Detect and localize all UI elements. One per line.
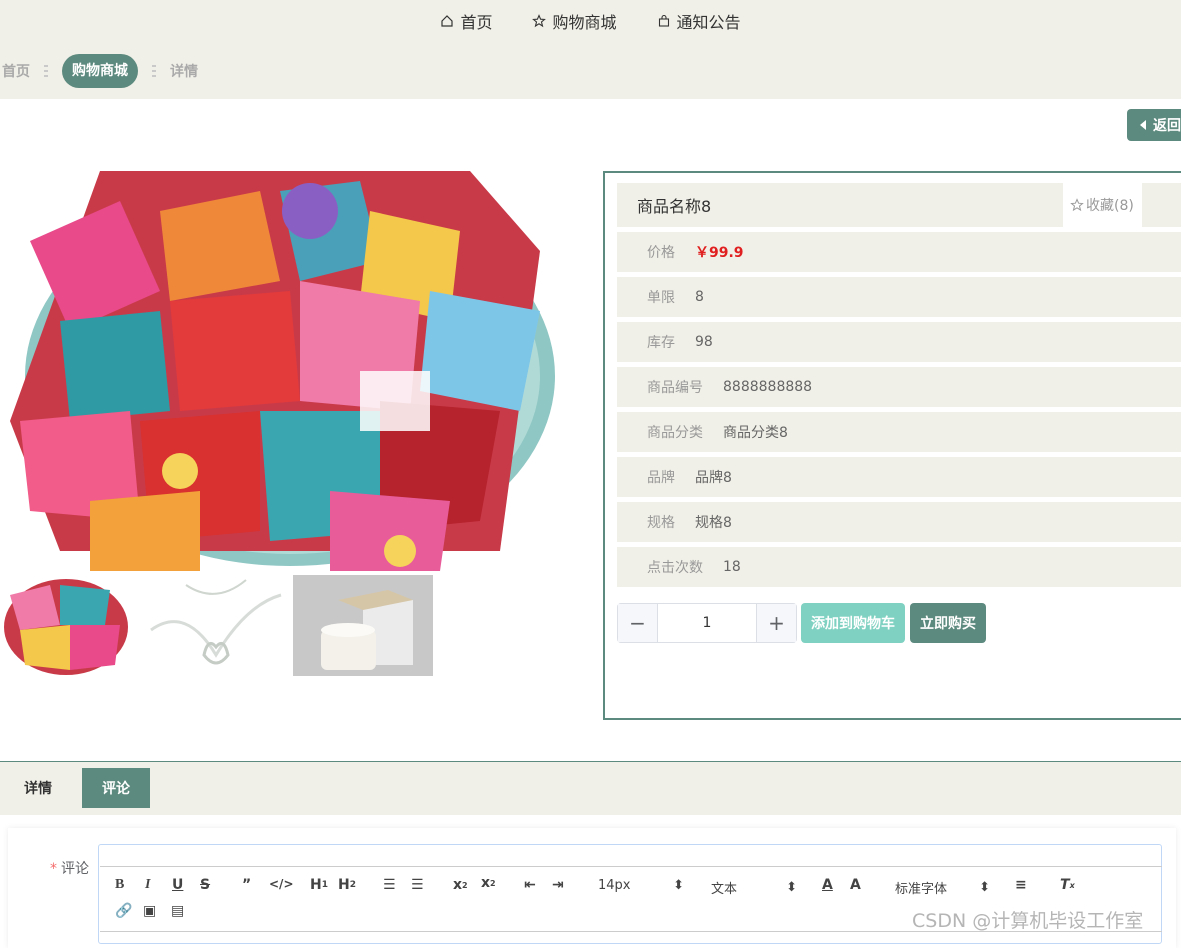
clear-format-icon[interactable]: Tx — [1060, 877, 1075, 893]
tab-detail[interactable]: 详情 — [0, 768, 76, 808]
favorite-count: 收藏(8) — [1086, 198, 1134, 214]
info-value: 8888888888 — [723, 379, 813, 395]
nav-shop-label: 购物商城 — [552, 13, 617, 32]
info-row-code: 商品编号 8888888888 — [617, 367, 1181, 407]
info-row-category: 商品分类 商品分类8 — [617, 412, 1181, 452]
font-size-select[interactable]: 14px ⬍ — [598, 878, 684, 893]
breadcrumb-separator-icon — [44, 64, 48, 77]
product-thumbnail[interactable] — [293, 575, 433, 676]
bag-icon — [658, 14, 669, 27]
info-label: 商品编号 — [647, 380, 703, 396]
top-nav: 首页 购物商城 通知公告 — [0, 0, 1181, 42]
product-main-image — [0, 171, 578, 571]
info-label: 点击次数 — [647, 560, 703, 576]
quantity-input[interactable]: 1 — [658, 604, 756, 642]
ordered-list-icon[interactable]: ☰ — [383, 877, 396, 893]
superscript-icon[interactable]: x2 — [481, 875, 496, 891]
heading1-icon[interactable]: H1 — [310, 877, 328, 893]
info-label: 价格 — [647, 245, 675, 261]
info-row-spec: 规格 规格8 — [617, 502, 1181, 542]
info-label: 单限 — [647, 290, 675, 306]
nav-shop[interactable]: 购物商城 — [532, 9, 617, 33]
info-value: 商品分类8 — [723, 425, 788, 441]
strike-icon[interactable]: S — [200, 877, 210, 893]
blockquote-icon[interactable]: ” — [242, 877, 251, 893]
star-outline-icon — [1070, 198, 1084, 212]
info-row-stock: 库存 98 — [617, 322, 1181, 362]
info-label: 规格 — [647, 515, 675, 531]
info-label: 库存 — [647, 335, 675, 351]
info-row-price: 价格 ￥99.9 — [617, 232, 1181, 272]
info-value: 规格8 — [695, 515, 732, 531]
back-button[interactable]: 返回 — [1127, 109, 1181, 141]
product-thumbnail[interactable] — [146, 575, 286, 676]
product-info-panel: 商品名称8 收藏(8) 价格 ￥99.9 单限 8 库存 98 商品编号 888… — [603, 171, 1181, 720]
comment-label: * 评论 — [50, 858, 89, 878]
back-button-label: 返回 — [1153, 118, 1181, 134]
font-family-value: 标准字体 — [895, 882, 948, 897]
watermark: CSDN @计算机毕设工作室 — [912, 910, 1144, 932]
text-style-select[interactable]: 文本 ⬍ — [711, 878, 797, 897]
subscript-icon[interactable]: x2 — [453, 877, 468, 893]
underline-icon[interactable]: U — [172, 877, 183, 893]
updown-icon: ⬍ — [979, 880, 990, 895]
info-row-limit: 单限 8 — [617, 277, 1181, 317]
breadcrumb-shop[interactable]: 购物商城 — [62, 53, 138, 88]
info-row-clicks: 点击次数 18 — [617, 547, 1181, 587]
breadcrumb: 首页 购物商城 详情 — [0, 42, 1181, 99]
caret-left-icon — [1140, 120, 1146, 130]
heading2-icon[interactable]: H2 — [338, 877, 356, 893]
product-name: 商品名称8 — [617, 183, 1063, 227]
align-icon[interactable]: ≡ — [1015, 877, 1027, 893]
quantity-stepper: − 1 + — [617, 603, 797, 643]
comment-label-text: 评论 — [61, 861, 89, 877]
font-size-value: 14px — [598, 878, 631, 893]
home-icon — [441, 15, 454, 27]
bullet-list-icon[interactable]: ☰ — [411, 877, 424, 893]
title-row-end — [1142, 183, 1181, 227]
info-value: 18 — [723, 559, 741, 575]
detail-tabs: 详情 评论 — [0, 761, 1181, 815]
info-row-brand: 品牌 品牌8 — [617, 457, 1181, 497]
link-icon[interactable]: 🔗 — [115, 903, 132, 919]
nav-home[interactable]: 首页 — [440, 9, 492, 33]
price-value: ￥99.9 — [695, 245, 744, 261]
outdent-icon[interactable]: ⇤ — [524, 877, 536, 893]
text-color-icon[interactable]: A — [822, 877, 833, 893]
plus-icon[interactable]: + — [756, 604, 796, 642]
info-label: 商品分类 — [647, 425, 703, 441]
tab-comments[interactable]: 评论 — [82, 768, 150, 808]
info-value: 8 — [695, 289, 704, 305]
indent-icon[interactable]: ⇥ — [552, 877, 564, 893]
breadcrumb-home[interactable]: 首页 — [2, 61, 30, 81]
video-icon[interactable]: ▤ — [171, 903, 184, 919]
breadcrumb-separator-icon — [152, 64, 156, 77]
buy-now-button[interactable]: 立即购买 — [910, 603, 986, 643]
code-icon[interactable]: </> — [269, 877, 294, 891]
info-value: 98 — [695, 334, 713, 350]
background-color-icon[interactable]: A — [850, 877, 861, 893]
bold-icon[interactable]: B — [115, 877, 124, 893]
star-icon — [532, 14, 547, 28]
text-style-value: 文本 — [711, 882, 738, 897]
image-icon[interactable]: ▣ — [143, 903, 156, 919]
italic-icon[interactable]: I — [145, 877, 150, 893]
updown-icon: ⬍ — [673, 878, 684, 893]
info-label: 品牌 — [647, 470, 675, 486]
breadcrumb-detail: 详情 — [170, 63, 198, 80]
updown-icon: ⬍ — [786, 880, 797, 895]
add-to-cart-button[interactable]: 添加到购物车 — [801, 603, 905, 643]
font-family-select[interactable]: 标准字体 ⬍ — [895, 878, 990, 897]
nav-notice[interactable]: 通知公告 — [657, 9, 741, 33]
minus-icon[interactable]: − — [618, 604, 658, 642]
required-mark: * — [50, 861, 57, 877]
product-thumbnail[interactable] — [0, 575, 140, 676]
nav-home-label: 首页 — [460, 13, 493, 32]
favorite-button[interactable]: 收藏(8) — [1070, 183, 1140, 227]
nav-notice-label: 通知公告 — [676, 13, 741, 32]
info-value: 品牌8 — [695, 470, 732, 486]
